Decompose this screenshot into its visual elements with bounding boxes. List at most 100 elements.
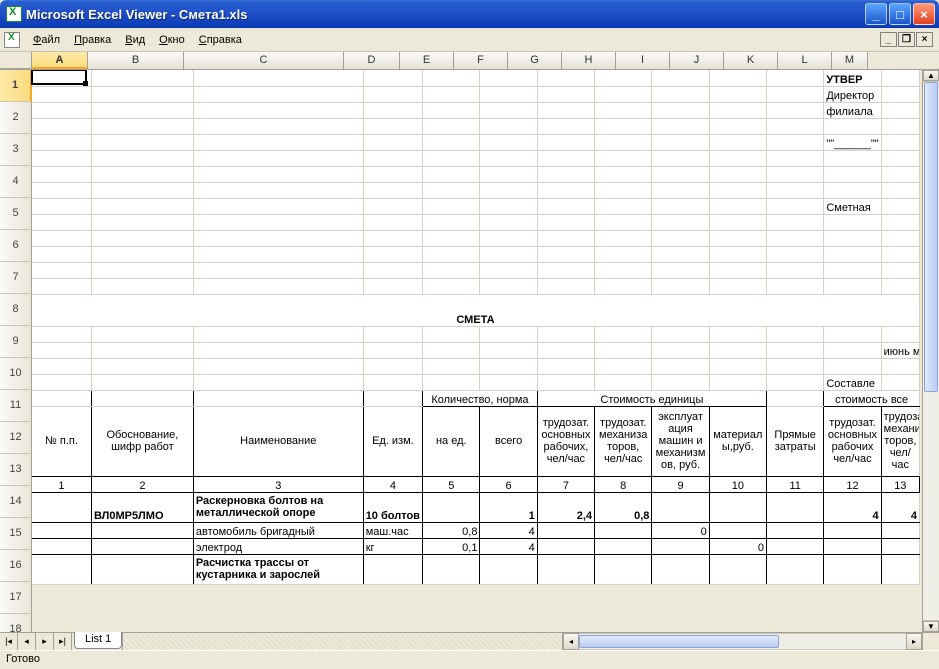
cell-H3[interactable] bbox=[595, 102, 652, 118]
tab-last-button[interactable]: ▸| bbox=[54, 633, 72, 650]
cell-E23[interactable]: 5 bbox=[423, 476, 480, 492]
cell-B7[interactable] bbox=[91, 166, 193, 182]
cell-L27[interactable] bbox=[824, 554, 881, 584]
cell-J8[interactable] bbox=[709, 182, 766, 198]
hscroll-track[interactable] bbox=[579, 633, 906, 650]
cell-G14[interactable] bbox=[537, 278, 594, 294]
cell-G3[interactable] bbox=[537, 102, 594, 118]
cell-H14[interactable] bbox=[595, 278, 652, 294]
cell-L26[interactable] bbox=[824, 538, 881, 554]
cell-B13[interactable] bbox=[91, 262, 193, 278]
cell-C17[interactable] bbox=[193, 342, 363, 358]
cell-D3[interactable] bbox=[363, 102, 422, 118]
row-header-1[interactable]: 1 bbox=[0, 70, 32, 102]
cell-J23[interactable]: 10 bbox=[709, 476, 766, 492]
cell-L11[interactable] bbox=[824, 230, 881, 246]
cell-A21[interactable] bbox=[32, 390, 91, 406]
cell-M14[interactable] bbox=[881, 278, 919, 294]
column-header-B[interactable]: B bbox=[88, 52, 184, 69]
cell-A23[interactable]: 1 bbox=[32, 476, 91, 492]
row-header-13[interactable]: 13 bbox=[0, 454, 32, 486]
cell-H24[interactable]: 0,8 bbox=[595, 492, 652, 522]
cell-K3[interactable] bbox=[767, 102, 824, 118]
cell-J4[interactable] bbox=[709, 118, 766, 134]
cell-H2[interactable] bbox=[595, 86, 652, 102]
cell-D16[interactable] bbox=[363, 326, 422, 342]
cell-F18[interactable] bbox=[480, 358, 537, 374]
column-header-H[interactable]: H bbox=[562, 52, 616, 69]
cell-F6[interactable] bbox=[480, 150, 537, 166]
tab-first-button[interactable]: |◂ bbox=[0, 633, 18, 650]
cell-G6[interactable] bbox=[537, 150, 594, 166]
cell-E11[interactable] bbox=[423, 230, 480, 246]
cell-G18[interactable] bbox=[537, 358, 594, 374]
cell-A3[interactable] bbox=[32, 102, 91, 118]
cell-J11[interactable] bbox=[709, 230, 766, 246]
cell-L21[interactable]: стоимость все bbox=[824, 390, 920, 406]
cell-M2[interactable] bbox=[881, 86, 919, 102]
cell-G24[interactable]: 2,4 bbox=[537, 492, 594, 522]
cell-G10[interactable] bbox=[537, 214, 594, 230]
column-header-D[interactable]: D bbox=[344, 52, 400, 69]
cell-C18[interactable] bbox=[193, 358, 363, 374]
row-header-2[interactable]: 2 bbox=[0, 102, 32, 134]
cell-F9[interactable] bbox=[480, 198, 537, 214]
cell-F16[interactable] bbox=[480, 326, 537, 342]
cell-F24[interactable]: 1 bbox=[480, 492, 537, 522]
cell-A24[interactable] bbox=[32, 492, 91, 522]
cell-F4[interactable] bbox=[480, 118, 537, 134]
cell-F11[interactable] bbox=[480, 230, 537, 246]
row-header-14[interactable]: 14 bbox=[0, 486, 32, 518]
column-header-F[interactable]: F bbox=[454, 52, 508, 69]
cell-H18[interactable] bbox=[595, 358, 652, 374]
cell-E27[interactable] bbox=[423, 554, 480, 584]
cell-A11[interactable] bbox=[32, 230, 91, 246]
close-button[interactable]: × bbox=[913, 3, 935, 25]
menu-edit[interactable]: Правка bbox=[67, 31, 118, 49]
cell-J17[interactable] bbox=[709, 342, 766, 358]
cell-G12[interactable] bbox=[537, 246, 594, 262]
cell-H19[interactable] bbox=[595, 374, 652, 390]
cell-F27[interactable] bbox=[480, 554, 537, 584]
column-header-E[interactable]: E bbox=[400, 52, 454, 69]
cell-K24[interactable] bbox=[767, 492, 824, 522]
cell-H22[interactable]: трудозат. механиза торов, чел/час bbox=[595, 406, 652, 476]
cell-A25[interactable] bbox=[32, 522, 91, 538]
cell-K26[interactable] bbox=[767, 538, 824, 554]
cell-F13[interactable] bbox=[480, 262, 537, 278]
cell-H11[interactable] bbox=[595, 230, 652, 246]
cell-I19[interactable] bbox=[652, 374, 709, 390]
cell-L5[interactable]: ""______"" bbox=[824, 134, 881, 150]
cell-J10[interactable] bbox=[709, 214, 766, 230]
cell-J3[interactable] bbox=[709, 102, 766, 118]
cell-K21[interactable] bbox=[767, 390, 824, 406]
cell-H27[interactable] bbox=[595, 554, 652, 584]
cell-F23[interactable]: 6 bbox=[480, 476, 537, 492]
cell-J2[interactable] bbox=[709, 86, 766, 102]
cell-B11[interactable] bbox=[91, 230, 193, 246]
cell-B26[interactable] bbox=[91, 538, 193, 554]
cell-L22[interactable]: трудозат. основных рабочих чел/час bbox=[824, 406, 881, 476]
row-header-3[interactable]: 3 bbox=[0, 134, 32, 166]
cell-M16[interactable] bbox=[881, 326, 919, 342]
cell-C13[interactable] bbox=[193, 262, 363, 278]
cell-I4[interactable] bbox=[652, 118, 709, 134]
cell-E25[interactable]: 0,8 bbox=[423, 522, 480, 538]
column-header-M[interactable]: M bbox=[832, 52, 868, 69]
cell-K4[interactable] bbox=[767, 118, 824, 134]
column-header-K[interactable]: K bbox=[724, 52, 778, 69]
cell-D4[interactable] bbox=[363, 118, 422, 134]
cell-I5[interactable] bbox=[652, 134, 709, 150]
cell-M23[interactable]: 13 bbox=[881, 476, 919, 492]
cell-M19[interactable] bbox=[881, 374, 919, 390]
cell-E6[interactable] bbox=[423, 150, 480, 166]
cell-A26[interactable] bbox=[32, 538, 91, 554]
cell-B16[interactable] bbox=[91, 326, 193, 342]
cell-F22[interactable]: всего bbox=[480, 406, 537, 476]
cell-J13[interactable] bbox=[709, 262, 766, 278]
cell-K16[interactable] bbox=[767, 326, 824, 342]
cell-J5[interactable] bbox=[709, 134, 766, 150]
cell-G25[interactable] bbox=[537, 522, 594, 538]
cell-F7[interactable] bbox=[480, 166, 537, 182]
row-header-7[interactable]: 7 bbox=[0, 262, 32, 294]
